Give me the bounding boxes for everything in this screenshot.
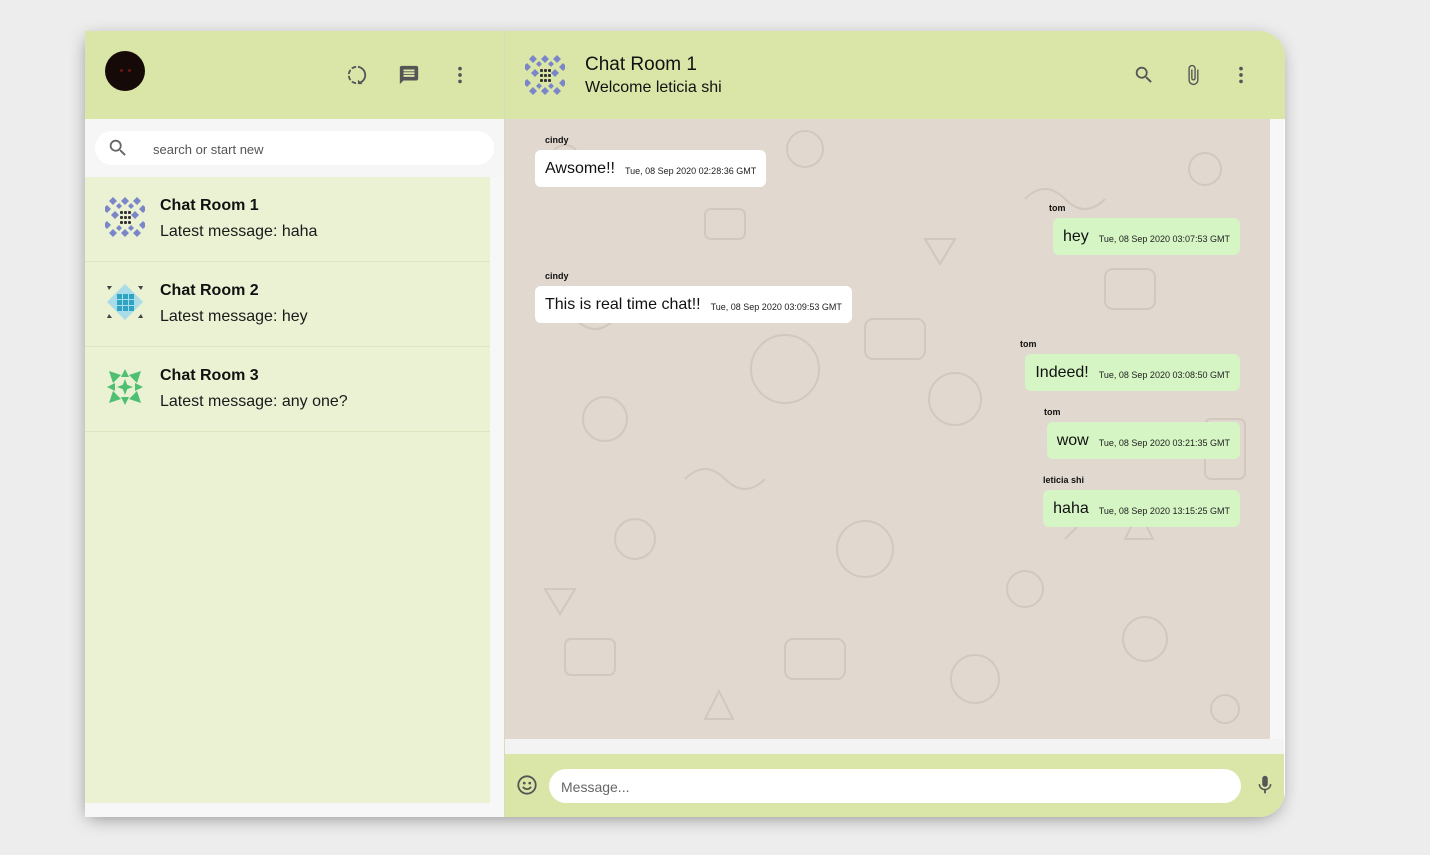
message-timestamp: Tue, 08 Sep 2020 13:15:25 GMT [1098, 505, 1230, 516]
message-sender: leticia shi [1043, 475, 1085, 485]
sidebar: Chat Room 1 Latest message: haha [85, 31, 504, 817]
message-input-box[interactable] [549, 769, 1241, 805]
mic-icon[interactable] [1254, 774, 1276, 801]
sidebar-header [85, 31, 504, 119]
room-subtitle: Welcome leticia shi [585, 79, 722, 96]
sidebar-bottom-strip [85, 803, 504, 817]
message-text: Indeed! [1035, 363, 1089, 381]
message-sender: tom [1020, 339, 1037, 349]
search-icon[interactable] [1132, 63, 1156, 87]
avatar-eye-right [128, 69, 131, 72]
message-sender: cindy [545, 135, 569, 145]
chat-pane: Chat Room 1 Welcome leticia shi cindy Aw… [505, 31, 1285, 817]
chat-header: Chat Room 1 Welcome leticia shi [505, 31, 1285, 119]
message-text: This is real time chat!! [545, 295, 701, 313]
chat-name: Chat Room 3 [160, 367, 259, 384]
message-text: haha [1053, 499, 1089, 517]
composer-bar [505, 754, 1284, 817]
avatar-eye-left [120, 69, 123, 72]
message-bubble-sent: Indeed! Tue, 08 Sep 2020 03:08:50 GMT [1025, 354, 1240, 391]
room-title: Chat Room 1 [585, 54, 697, 75]
chat-bottom-gap [505, 739, 1284, 754]
message-timestamp: Tue, 08 Sep 2020 03:09:53 GMT [710, 301, 842, 312]
message-bubble-received: This is real time chat!! Tue, 08 Sep 202… [535, 286, 852, 323]
message-timestamp: Tue, 08 Sep 2020 02:28:36 GMT [624, 165, 757, 176]
message-bubble-received: Awsome!! Tue, 08 Sep 2020 02:28:36 GMT [535, 150, 767, 187]
message-text: hey [1062, 227, 1089, 245]
emoji-icon[interactable] [516, 774, 538, 801]
message-area: cindy Awsome!! Tue, 08 Sep 2020 02:28:36… [505, 119, 1270, 739]
message-timestamp: Tue, 08 Sep 2020 03:21:35 GMT [1098, 437, 1230, 448]
attach-icon[interactable] [1181, 63, 1205, 87]
chat-list-item-room-3[interactable]: Chat Room 3 Latest message: any one? [85, 347, 490, 432]
message-bubble-sent: haha Tue, 08 Sep 2020 13:15:25 GMT [1043, 490, 1240, 527]
search-box[interactable] [95, 131, 494, 167]
chat-app-window: Chat Room 1 Latest message: haha [85, 31, 1285, 817]
chat-last-message: Latest message: haha [160, 223, 318, 240]
message-input[interactable] [559, 769, 1233, 805]
message-timestamp: Tue, 08 Sep 2020 03:08:50 GMT [1098, 369, 1230, 380]
chat-last-message: Latest message: hey [160, 308, 308, 325]
room-avatar[interactable] [523, 55, 567, 95]
message-text: wow [1056, 431, 1089, 449]
status-icon[interactable] [345, 63, 369, 87]
message-bubble-sent: hey Tue, 08 Sep 2020 03:07:53 GMT [1052, 218, 1240, 255]
chat-list-item-room-2[interactable]: Chat Room 2 Latest message: hey [85, 262, 490, 347]
chat-room-2-avatar [105, 282, 145, 322]
chat-scrollbar[interactable] [1270, 119, 1284, 739]
sidebar-search-bar [85, 119, 504, 177]
chat-last-message: Latest message: any one? [160, 393, 348, 410]
message-text: Awsome!! [545, 159, 615, 177]
search-input[interactable] [151, 131, 475, 167]
chat-list: Chat Room 1 Latest message: haha Chat Ro… [85, 177, 490, 803]
chat-room-3-avatar [105, 367, 145, 407]
user-avatar[interactable] [105, 51, 145, 91]
message-sender: cindy [545, 271, 569, 281]
message-timestamp: Tue, 08 Sep 2020 03:07:53 GMT [1098, 233, 1230, 244]
message-sender: tom [1044, 407, 1061, 417]
more-vert-icon[interactable] [448, 63, 472, 87]
chat-room-1-avatar [103, 197, 147, 237]
chat-name: Chat Room 1 [160, 197, 259, 214]
sidebar-scrollbar[interactable] [490, 177, 504, 803]
search-icon [107, 137, 129, 164]
more-vert-icon[interactable] [1229, 63, 1253, 87]
new-chat-icon[interactable] [397, 63, 421, 87]
chat-list-item-room-1[interactable]: Chat Room 1 Latest message: haha [85, 177, 490, 262]
message-sender: tom [1049, 203, 1066, 213]
message-bubble-sent: wow Tue, 08 Sep 2020 03:21:35 GMT [1046, 422, 1240, 459]
chat-name: Chat Room 2 [160, 282, 259, 299]
